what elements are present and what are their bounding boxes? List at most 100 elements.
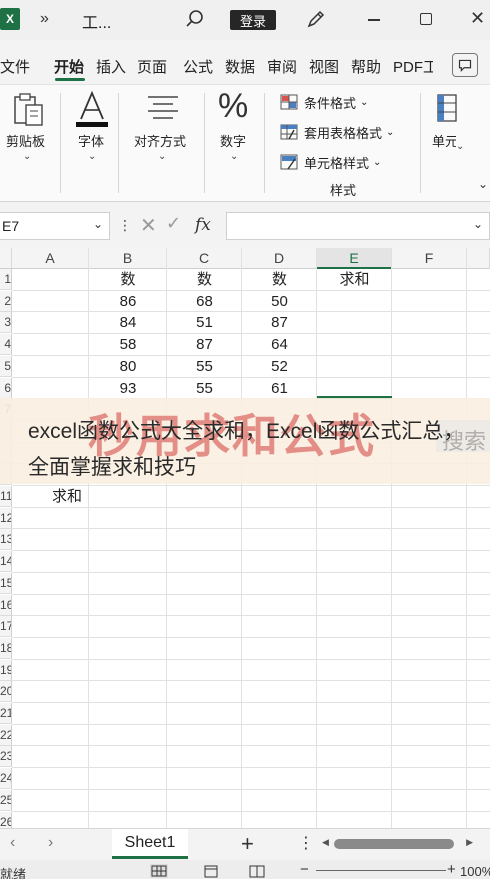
- column-header-d[interactable]: D: [242, 248, 317, 269]
- column-header-f[interactable]: F: [392, 248, 467, 269]
- worksheet-grid[interactable]: A B C D E F 1234567111213141516171819202…: [0, 248, 490, 828]
- pen-icon[interactable]: [305, 8, 327, 30]
- cell[interactable]: 68: [167, 291, 242, 312]
- conditional-format-button[interactable]: 条件格式 ⌄: [280, 91, 368, 113]
- next-sheet-icon[interactable]: ›: [48, 834, 53, 852]
- add-sheet-button[interactable]: +: [241, 831, 254, 857]
- chevron-down-icon[interactable]: ⌄: [93, 217, 103, 231]
- row-header[interactable]: 3: [0, 312, 12, 334]
- formula-bar-handle-icon[interactable]: ⋮: [118, 217, 132, 234]
- cell[interactable]: 84: [89, 312, 167, 333]
- close-button[interactable]: ✕: [470, 8, 485, 29]
- cells-icon[interactable]: [436, 93, 458, 123]
- ribbon-collapse-icon[interactable]: ⌄: [478, 177, 488, 191]
- alignment-dropdown-icon[interactable]: ⌄: [158, 151, 166, 162]
- column-header-b[interactable]: B: [89, 248, 167, 269]
- chevron-down-icon[interactable]: ⌄: [473, 217, 483, 231]
- tab-home[interactable]: 开始: [54, 56, 84, 77]
- cell[interactable]: 61: [242, 378, 317, 399]
- row-header[interactable]: 15: [0, 572, 12, 594]
- comment-icon[interactable]: [452, 53, 478, 77]
- row-header[interactable]: 20: [0, 681, 12, 703]
- scroll-left-icon[interactable]: ◀: [322, 837, 329, 848]
- cancel-icon[interactable]: ✕: [140, 213, 157, 238]
- cell[interactable]: 93: [89, 378, 167, 399]
- cell[interactable]: 80: [89, 356, 167, 377]
- row-header[interactable]: 23: [0, 746, 12, 768]
- row-header[interactable]: 22: [0, 724, 12, 746]
- horizontal-scrollbar[interactable]: ◀ ▶: [318, 837, 473, 851]
- normal-view-icon[interactable]: [150, 864, 168, 878]
- tab-data[interactable]: 数据: [225, 56, 255, 77]
- row-header[interactable]: 12: [0, 507, 12, 529]
- login-button[interactable]: 登录: [230, 10, 276, 30]
- row-header[interactable]: 2: [0, 290, 12, 312]
- row-header[interactable]: 5: [0, 355, 12, 377]
- alignment-group-label[interactable]: 对齐方式: [134, 131, 186, 150]
- font-group-label[interactable]: 字体: [78, 131, 104, 150]
- formula-input[interactable]: ⌄: [226, 212, 490, 240]
- clipboard-group-label[interactable]: 剪贴板: [6, 131, 45, 150]
- minimize-button[interactable]: [368, 19, 380, 21]
- font-dropdown-icon[interactable]: ⌄: [88, 151, 96, 162]
- cell[interactable]: 58: [89, 334, 167, 355]
- tab-pdf[interactable]: PDF工: [393, 56, 433, 77]
- cell[interactable]: 数: [242, 269, 317, 290]
- select-all-corner[interactable]: [0, 248, 12, 269]
- zoom-slider[interactable]: [316, 870, 446, 871]
- cell[interactable]: 52: [242, 356, 317, 377]
- zoom-out-button[interactable]: −: [300, 861, 309, 878]
- row-header[interactable]: 11: [0, 486, 12, 507]
- row-header[interactable]: 6: [0, 377, 12, 399]
- cell[interactable]: 87: [242, 312, 317, 333]
- page-layout-view-icon[interactable]: [202, 864, 220, 878]
- cell[interactable]: 86: [89, 291, 167, 312]
- cell[interactable]: 51: [167, 312, 242, 333]
- quick-access-more-icon[interactable]: »: [40, 10, 49, 28]
- tab-formulas[interactable]: 公式: [183, 56, 213, 77]
- clipboard-dropdown-icon[interactable]: ⌄: [23, 151, 31, 162]
- zoom-level[interactable]: 100%: [460, 864, 490, 879]
- number-group-label[interactable]: 数字: [220, 131, 246, 150]
- scroll-right-icon[interactable]: ▶: [466, 837, 473, 848]
- row-header[interactable]: 17: [0, 616, 12, 638]
- tab-page-layout[interactable]: 页面: [137, 56, 177, 77]
- sheet-tab-sheet1[interactable]: Sheet1: [112, 829, 188, 859]
- column-header-e[interactable]: E: [317, 248, 392, 269]
- column-header-a[interactable]: A: [12, 248, 89, 269]
- column-header-g[interactable]: [467, 248, 490, 269]
- cell[interactable]: 87: [167, 334, 242, 355]
- cell-styles-button[interactable]: 单元格样式 ⌄: [280, 151, 381, 173]
- row-header[interactable]: 18: [0, 637, 12, 659]
- cells-group-label[interactable]: 单元: [432, 131, 456, 150]
- format-as-table-button[interactable]: 套用表格格式 ⌄: [280, 121, 394, 143]
- insert-function-button[interactable]: fx: [195, 215, 211, 235]
- row-header[interactable]: 21: [0, 703, 12, 724]
- tab-view[interactable]: 视图: [309, 56, 339, 77]
- row-header[interactable]: 24: [0, 768, 12, 790]
- zoom-in-button[interactable]: +: [447, 861, 456, 878]
- cell[interactable]: 55: [167, 378, 242, 399]
- cell[interactable]: 55: [167, 356, 242, 377]
- tab-help[interactable]: 帮助: [351, 56, 381, 77]
- number-dropdown-icon[interactable]: ⌄: [230, 151, 238, 162]
- tab-insert[interactable]: 插入: [96, 56, 126, 77]
- percent-icon[interactable]: %: [218, 87, 248, 126]
- cell[interactable]: 数: [89, 269, 167, 290]
- cell[interactable]: 64: [242, 334, 317, 355]
- row-header[interactable]: 1: [0, 269, 12, 290]
- name-box[interactable]: E7 ⌄: [0, 212, 110, 240]
- row-header[interactable]: 14: [0, 551, 12, 573]
- cell[interactable]: 求和: [317, 269, 392, 290]
- maximize-button[interactable]: [420, 13, 432, 25]
- row-header[interactable]: 4: [0, 334, 12, 356]
- column-header-c[interactable]: C: [167, 248, 242, 269]
- align-icon[interactable]: [146, 93, 180, 123]
- font-icon[interactable]: [74, 89, 110, 129]
- previous-sheet-icon[interactable]: ‹: [10, 834, 15, 852]
- row-header[interactable]: 19: [0, 659, 12, 681]
- row-header[interactable]: 16: [0, 594, 12, 616]
- row-header[interactable]: 26: [0, 811, 12, 828]
- paste-icon[interactable]: [12, 91, 46, 127]
- row-header[interactable]: 25: [0, 789, 12, 811]
